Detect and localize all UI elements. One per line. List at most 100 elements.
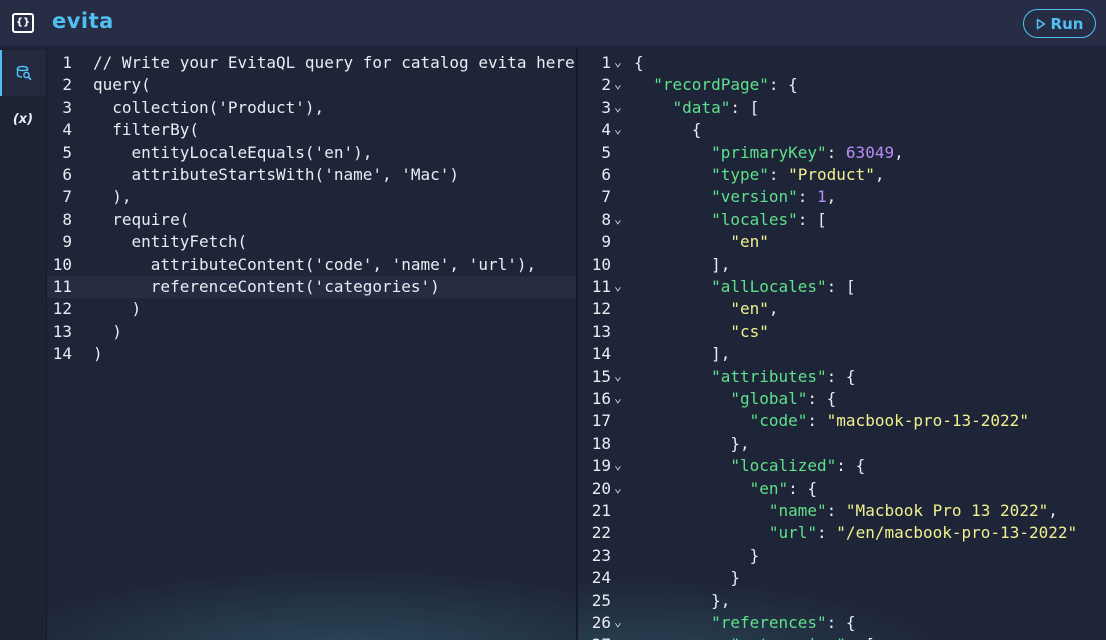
fold-chevron-icon[interactable]: ⌄ — [614, 74, 622, 96]
query-line[interactable]: 7 ), — [47, 186, 576, 208]
query-code-text: entityFetch( — [93, 232, 248, 252]
fold-chevron-icon[interactable]: ⌄ — [614, 97, 622, 119]
result-line: 6 "type": "Product", — [578, 164, 1106, 186]
query-line[interactable]: 14) — [47, 343, 576, 365]
result-line: 22 "url": "/en/macbook-pro-13-2022" — [578, 522, 1106, 544]
query-editor[interactable]: 1 // Write your EvitaQL query for catalog… — [47, 48, 576, 640]
result-code-text: "allLocales": [ — [711, 277, 856, 296]
query-line[interactable]: 8 require( — [47, 209, 576, 231]
query-line[interactable]: 3 collection('Product'), — [47, 97, 576, 119]
fold-chevron-icon[interactable]: ⌄ — [614, 388, 622, 410]
line-number: 8 — [62, 209, 72, 229]
line-number: 3 — [62, 97, 72, 117]
query-line[interactable]: 1 // Write your EvitaQL query for catalog… — [47, 52, 576, 74]
run-button-label: Run — [1050, 14, 1084, 33]
query-code-text: require( — [93, 209, 190, 229]
play-icon — [1036, 18, 1045, 29]
line-number: 2 — [62, 75, 72, 95]
result-code-text: "en": { — [749, 478, 818, 498]
result-code-text: "type": "Product", — [711, 165, 885, 184]
query-code-text: ) — [93, 321, 122, 341]
query-code-text: entityLocaleEquals('en'), — [93, 142, 373, 162]
query-code-text: // Write your EvitaQL query for catalog … — [93, 53, 575, 72]
line-number: 21 — [591, 501, 611, 520]
line-number: 8 — [601, 209, 611, 229]
query-search-icon — [16, 65, 32, 81]
line-number: 27 — [578, 634, 611, 640]
line-number: 24 — [591, 568, 611, 588]
line-number: 5 — [62, 142, 72, 162]
line-number: 19 — [591, 456, 611, 476]
line-number: 7 — [62, 187, 72, 207]
app-logo-icon[interactable]: {} — [12, 13, 34, 33]
line-number: 9 — [62, 232, 72, 252]
fold-chevron-icon[interactable]: ⌄ — [614, 478, 622, 500]
line-number: 4 — [601, 120, 611, 140]
fold-chevron-icon[interactable]: ⌄ — [614, 612, 622, 634]
result-code-text: { — [634, 120, 702, 140]
result-code-text: "version": 1, — [711, 187, 837, 207]
result-code-text: "recordPage": { — [653, 75, 798, 95]
result-line: 2 ⌄ "recordPage": { — [578, 74, 1106, 96]
result-code-text: "references": { — [711, 613, 856, 632]
line-number: 26 — [591, 613, 611, 632]
query-code-text: filterBy( — [93, 120, 199, 140]
result-code-text: "categories": [ — [634, 634, 875, 640]
result-code-text: "localized": { — [730, 456, 866, 476]
fold-chevron-icon[interactable]: ⌄ — [614, 455, 622, 477]
query-code-text: query( — [93, 75, 151, 95]
line-number: 25 — [591, 590, 611, 610]
query-line[interactable]: 13 ) — [47, 321, 576, 343]
result-line: 24 } — [578, 567, 1106, 589]
result-line: 25 }, — [578, 590, 1106, 612]
line-number: 4 — [62, 120, 72, 140]
result-code-text: ], — [634, 344, 731, 364]
result-code-text: "name": "Macbook Pro 13 2022", — [768, 501, 1058, 520]
fold-chevron-icon[interactable]: ⌄ — [614, 366, 622, 388]
result-line: 5 "primaryKey": 63049, — [578, 142, 1106, 164]
fold-chevron-icon[interactable]: ⌄ — [614, 209, 622, 231]
result-line: 8 ⌄ "locales": [ — [578, 209, 1106, 231]
query-line[interactable]: 10 attributeContent('code', 'name', 'url… — [47, 254, 576, 276]
query-line[interactable]: 12 ) — [47, 298, 576, 320]
result-line: 18 }, — [578, 433, 1106, 455]
sidebar-item-variables[interactable]: (x) — [0, 96, 46, 142]
result-line: 27 "categories": [ — [578, 634, 1106, 640]
query-line[interactable]: 11 referenceContent('categories') — [47, 276, 576, 298]
sidebar-item-query[interactable] — [0, 50, 46, 96]
line-number: 16 — [591, 389, 611, 408]
result-code-text: "url": "/en/macbook-pro-13-2022" — [768, 523, 1078, 543]
query-line[interactable]: 9 entityFetch( — [47, 231, 576, 253]
line-number: 15 — [591, 366, 611, 386]
query-line[interactable]: 4 filterBy( — [47, 119, 576, 141]
query-code-text: ), — [93, 187, 132, 207]
fold-chevron-icon[interactable]: ⌄ — [614, 276, 622, 298]
result-line: 19 ⌄ "localized": { — [578, 455, 1106, 477]
query-line[interactable]: 6 attributeStartsWith('name', 'Mac') — [47, 164, 576, 186]
result-code-text: "en" — [730, 232, 769, 252]
fold-chevron-icon[interactable]: ⌄ — [614, 119, 622, 141]
result-code-text: }, — [634, 590, 731, 610]
run-button[interactable]: Run — [1023, 9, 1096, 38]
line-number: 12 — [591, 299, 611, 319]
result-viewer[interactable]: 1 ⌄{2 ⌄ "recordPage": {3 ⌄ "data": [4 ⌄ {5 "… — [578, 48, 1106, 640]
sidebar: (x) — [0, 48, 47, 640]
result-code-text: } — [634, 545, 760, 565]
query-code-text: referenceContent('categories') — [93, 277, 440, 296]
result-line: 16 ⌄ "global": { — [578, 388, 1106, 410]
fold-chevron-icon[interactable]: ⌄ — [614, 52, 622, 74]
query-line[interactable]: 2 query( — [47, 74, 576, 96]
result-line: 20 ⌄ "en": { — [578, 478, 1106, 500]
result-line: 3 ⌄ "data": [ — [578, 97, 1106, 119]
line-number: 12 — [52, 299, 72, 319]
result-code-text: "code": "macbook-pro-13-2022" — [749, 411, 1029, 431]
top-bar: {} evita Run — [0, 0, 1106, 47]
brand-name: evita — [52, 9, 114, 33]
result-line: 7 "version": 1, — [578, 186, 1106, 208]
result-code-text: "global": { — [730, 389, 837, 408]
line-number: 20 — [591, 478, 611, 498]
result-code-text: } — [634, 568, 740, 588]
result-line: 15 ⌄ "attributes": { — [578, 366, 1106, 388]
result-code-text: "locales": [ — [711, 209, 827, 229]
query-line[interactable]: 5 entityLocaleEquals('en'), — [47, 142, 576, 164]
